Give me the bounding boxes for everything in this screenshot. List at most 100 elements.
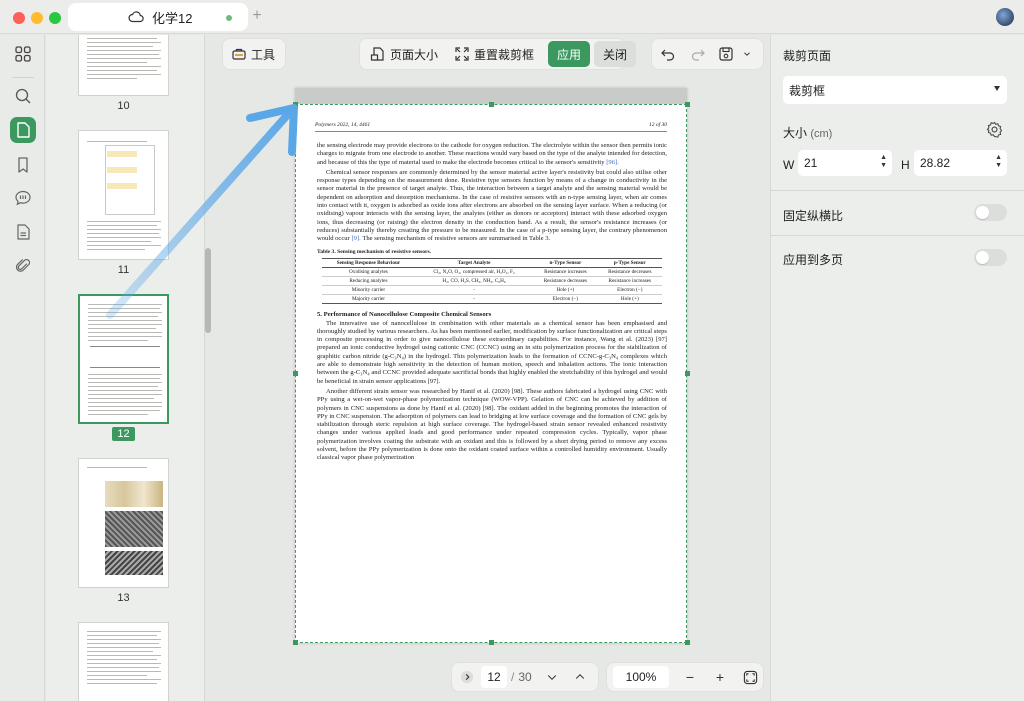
avatar[interactable] [996,8,1014,26]
thumbnail-label-selected: 12 [78,427,169,441]
page-thumbnail-selected[interactable] [78,294,169,424]
history-toolbar [651,38,764,70]
undo-button[interactable] [652,41,684,67]
thumbnail-label: 10 [117,100,130,112]
crop-toolbar: 页面大小 重置裁剪框 应用 关闭 [359,38,637,70]
add-tab-button[interactable]: + [248,7,266,25]
crop-mode-value: 裁剪框 [789,83,826,98]
reset-crop-button[interactable]: 重置裁剪框 [446,41,542,67]
grid-view-button[interactable] [10,41,36,67]
page-size-icon [370,47,384,61]
reset-crop-label: 重置裁剪框 [474,47,535,62]
zoom-window-button[interactable] [49,12,61,24]
rail-divider [12,77,34,78]
lock-ratio-label: 固定纵横比 [783,209,844,223]
comment-icon [15,190,31,206]
thumbnail-label: 13 [117,592,130,604]
comments-button[interactable] [10,185,36,211]
panel-divider [771,235,1024,236]
width-input[interactable]: 21 ▲ ▼ [798,150,892,176]
document-icon [17,224,30,240]
width-stepper[interactable]: ▲ ▼ [880,154,887,170]
forms-button[interactable] [10,219,36,245]
minimize-window-button[interactable] [31,12,43,24]
crop-box[interactable] [295,104,687,643]
tools-group: 工具 [222,38,286,70]
apply-multi-page-toggle[interactable] [974,249,1007,266]
height-label: H [901,158,910,172]
thumbnail-scrollbar[interactable] [205,248,211,333]
apply-button[interactable]: 应用 [548,41,591,67]
crop-handle-left[interactable] [293,371,298,376]
page-size-label: 页面大小 [390,47,439,62]
page-thumbnails-button[interactable] [10,117,36,143]
zoom-level-field[interactable]: 100% [613,666,669,688]
thumbnail-panel: 10 11 12 13 [46,35,204,701]
crop-handle-bottom[interactable] [489,640,494,645]
undo-icon [661,49,675,61]
expand-nav-button[interactable] [455,666,479,688]
width-value: 21 [804,156,818,170]
height-value: 28.82 [920,156,951,170]
page-number-input[interactable]: 12 [481,666,507,688]
save-options-button[interactable] [740,41,754,67]
fit-screen-icon [743,670,757,684]
page-separator: / [511,670,515,684]
crop-handle-top[interactable] [489,102,494,107]
search-button[interactable] [10,83,36,109]
page-thumbnail[interactable] [78,622,169,701]
height-stepper[interactable]: ▲ ▼ [995,154,1002,170]
previous-page-button[interactable] [568,666,592,688]
tools-label: 工具 [251,47,276,62]
next-page-button[interactable] [540,666,564,688]
page-icon [17,122,30,138]
fit-page-button[interactable] [738,666,762,688]
page-thumbnail[interactable] [78,458,169,588]
document-tab[interactable]: 化学12 [68,3,248,31]
page-thumbnail[interactable] [78,130,169,260]
zoom-out-button[interactable]: − [678,666,702,688]
grid-icon [15,46,31,62]
crop-handle-bottom-left[interactable] [293,640,298,645]
toolbox-icon [232,48,246,60]
page-thumbnail[interactable] [78,35,169,96]
attachments-button[interactable] [10,253,36,279]
redo-button[interactable] [684,41,712,67]
panel-divider [771,190,1024,191]
height-input[interactable]: 28.82 ▲ ▼ [914,150,1007,176]
panel-title: 裁剪页面 [783,49,832,63]
crop-settings-panel: 裁剪页面 裁剪框 大小 (cm) W 21 ▲ ▼ H 28.82 ▲ ▼ 固定纵横… [770,35,1024,701]
crop-handle-top-left[interactable] [293,102,298,107]
chevron-down-icon [744,52,750,56]
total-pages: 30 [518,670,532,684]
chevron-down-icon [547,675,556,680]
save-icon [719,47,733,61]
apply-multi-page-label: 应用到多页 [783,253,844,267]
zoom-controls: 100% − + [606,662,764,692]
thumbnail-label: 11 [117,264,130,276]
bookmark-icon [18,157,28,173]
save-button[interactable] [712,41,740,67]
sync-status-dot [226,15,232,21]
close-button[interactable]: 关闭 [594,41,637,67]
close-window-button[interactable] [13,12,25,24]
caret-down-icon [994,86,1000,91]
thumbnail-scrollbar-track[interactable] [204,35,218,701]
gear-icon[interactable] [986,121,1003,138]
lock-ratio-toggle[interactable] [974,204,1007,221]
expand-icon [455,47,469,61]
crop-mode-select[interactable]: 裁剪框 [783,76,1007,104]
size-heading: 大小 (cm) [783,126,833,140]
crop-handle-right[interactable] [685,371,690,376]
page-size-button[interactable]: 页面大小 [362,41,446,67]
tools-button[interactable]: 工具 [223,41,283,67]
bookmarks-button[interactable] [10,152,36,178]
chevron-up-icon [575,674,584,679]
crop-handle-bottom-right[interactable] [685,640,690,645]
chevron-right-icon [460,670,474,684]
zoom-in-button[interactable]: + [708,666,732,688]
cloud-icon [128,11,144,23]
redo-icon [691,49,705,61]
crop-handle-top-right[interactable] [685,102,690,107]
left-icon-rail [0,35,45,701]
